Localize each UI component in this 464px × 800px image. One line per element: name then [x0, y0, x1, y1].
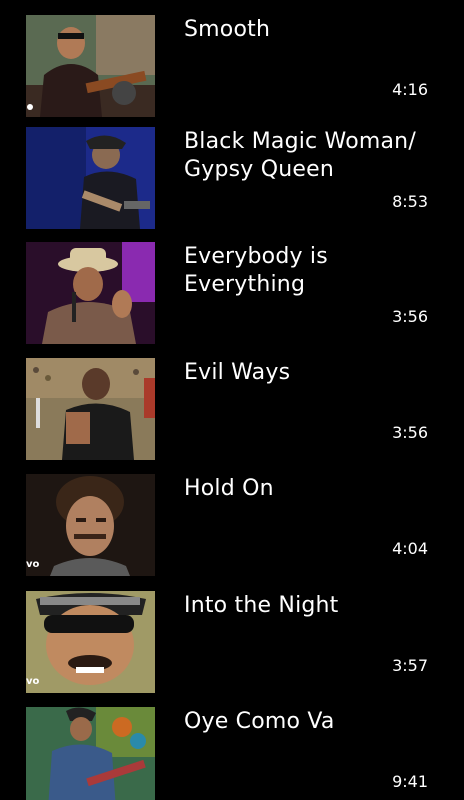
video-item-black-magic-woman[interactable]: Black Magic Woman/ Gypsy Queen 8:53	[0, 126, 464, 230]
video-thumbnail[interactable]	[26, 127, 155, 229]
video-title[interactable]: Black Magic Woman/ Gypsy Queen	[184, 128, 444, 184]
video-thumbnail[interactable]: vo	[26, 591, 155, 693]
video-thumbnail[interactable]	[26, 358, 155, 460]
video-title[interactable]: Smooth	[184, 16, 444, 44]
video-item-hold-on[interactable]: vo Hold On 4:04	[0, 473, 464, 577]
video-duration: 3:56	[392, 423, 428, 442]
video-item-oye-como-va[interactable]: Oye Como Va 9:41	[0, 706, 464, 800]
video-title[interactable]: Everybody is Everything	[184, 243, 444, 299]
video-title[interactable]: Into the Night	[184, 592, 444, 620]
video-duration: 9:41	[392, 772, 428, 791]
vevo-badge: vo	[26, 676, 40, 687]
video-item-everybody-is-everything[interactable]: Everybody is Everything 3:56	[0, 241, 464, 345]
video-duration: 4:04	[392, 539, 428, 558]
thumbnail-image	[26, 591, 155, 693]
video-list: Smooth 4:16 Black Magic Woman/ Gypsy Que…	[0, 0, 464, 800]
thumbnail-image	[26, 358, 155, 460]
video-thumbnail[interactable]	[26, 242, 155, 344]
thumbnail-image	[26, 707, 155, 800]
video-title[interactable]: Evil Ways	[184, 359, 444, 387]
thumbnail-image	[26, 127, 155, 229]
video-duration: 4:16	[392, 80, 428, 99]
thumbnail-image	[26, 242, 155, 344]
video-duration: 8:53	[392, 192, 428, 211]
vevo-badge: vo	[26, 559, 40, 570]
video-thumbnail[interactable]	[26, 15, 155, 117]
video-item-into-the-night[interactable]: vo Into the Night 3:57	[0, 590, 464, 694]
thumbnail-image	[26, 474, 155, 576]
video-thumbnail[interactable]	[26, 707, 155, 800]
video-title[interactable]: Hold On	[184, 475, 444, 503]
video-title[interactable]: Oye Como Va	[184, 708, 444, 736]
video-thumbnail[interactable]: vo	[26, 474, 155, 576]
video-item-evil-ways[interactable]: Evil Ways 3:56	[0, 357, 464, 461]
video-duration: 3:57	[392, 656, 428, 675]
video-duration: 3:56	[392, 307, 428, 326]
thumbnail-image	[26, 15, 155, 117]
video-item-smooth[interactable]: Smooth 4:16	[0, 14, 464, 118]
